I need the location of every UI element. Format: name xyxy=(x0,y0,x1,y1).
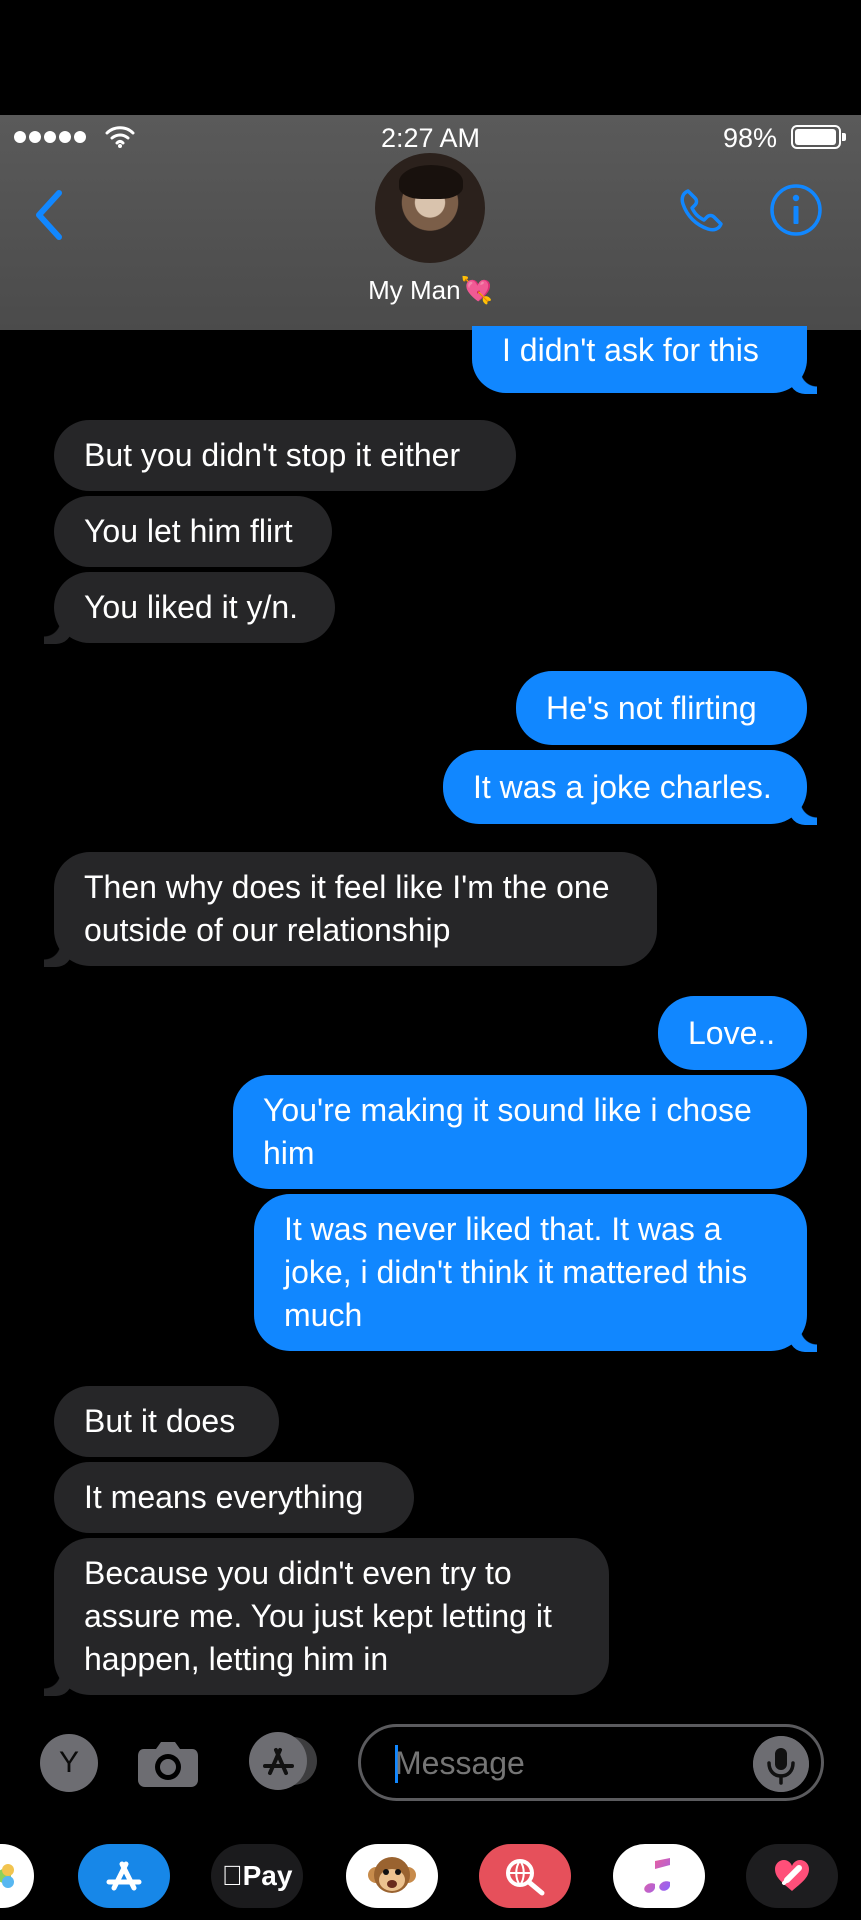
music-icon[interactable] xyxy=(613,1844,705,1908)
info-icon[interactable] xyxy=(768,182,824,238)
music-note-icon xyxy=(644,1858,670,1893)
outgoing-message[interactable]: I didn't ask for this xyxy=(472,326,817,394)
incoming-message[interactable]: It means everything xyxy=(54,1462,414,1533)
app-store-icon[interactable] xyxy=(245,1732,323,1790)
incoming-message[interactable]: But you didn't stop it either xyxy=(54,420,516,491)
app-drawer-label: Y xyxy=(58,1746,79,1779)
incoming-message[interactable]: You liked it y/n. xyxy=(44,572,335,644)
battery-percent: 98% xyxy=(722,123,777,153)
back-button[interactable] xyxy=(28,185,72,245)
conversation-header: 2:27 AM 98% My Man💘 xyxy=(0,115,861,330)
message-input[interactable] xyxy=(395,1739,735,1787)
globe-search-icon xyxy=(506,1859,545,1896)
digital-touch-icon[interactable] xyxy=(746,1844,838,1908)
message-thread: I didn't ask for this But you didn't sto… xyxy=(0,326,861,1714)
message-input-container[interactable] xyxy=(358,1724,824,1801)
contact-name[interactable]: My Man💘 xyxy=(0,275,861,306)
heart-touch-icon xyxy=(775,1860,809,1891)
status-bar: 2:27 AM 98% xyxy=(0,115,861,157)
top-black-area xyxy=(0,0,861,115)
app-store-symbol-icon xyxy=(106,1861,142,1891)
outgoing-message[interactable]: You're making it sound like i chose him xyxy=(233,1075,807,1189)
incoming-message[interactable]: But it does xyxy=(54,1386,279,1457)
message-app-dock:  Pay xyxy=(0,1828,861,1920)
battery-icon xyxy=(791,125,846,149)
incoming-message[interactable]: You let him flirt xyxy=(54,496,332,567)
incoming-message[interactable]: Because you didn't even try to assure me… xyxy=(44,1538,609,1696)
apple-pay-icon[interactable]:  Pay xyxy=(211,1844,303,1908)
incoming-message[interactable]: Then why does it feel like I'm the one o… xyxy=(44,852,657,967)
outgoing-message[interactable]: Love.. xyxy=(658,996,807,1070)
app-drawer-button[interactable]: Y xyxy=(40,1734,98,1792)
outgoing-message[interactable]: It was a joke charles. xyxy=(443,750,817,825)
outgoing-message[interactable]: He's not flirting xyxy=(516,671,807,745)
app-store-icon[interactable] xyxy=(78,1844,170,1908)
battery-fill xyxy=(795,129,836,145)
outgoing-message[interactable]: It was never liked that. It was a joke, … xyxy=(254,1194,817,1352)
monkey-face-icon xyxy=(368,1857,416,1893)
images-search-icon[interactable] xyxy=(479,1844,571,1908)
apple-pay-label: Pay xyxy=(232,1860,293,1891)
apple-logo-icon:  xyxy=(222,1860,243,1892)
camera-icon[interactable] xyxy=(134,1734,202,1790)
photos-icon[interactable] xyxy=(0,1844,34,1908)
animoji-icon[interactable] xyxy=(346,1844,438,1908)
battery-nub xyxy=(842,133,846,141)
photos-flower-icon xyxy=(0,1864,14,1888)
avatar[interactable] xyxy=(375,153,485,263)
phone-icon[interactable] xyxy=(673,183,729,239)
microphone-icon[interactable] xyxy=(753,1736,809,1792)
composer-area: Y Message Pay xyxy=(0,1715,861,1920)
